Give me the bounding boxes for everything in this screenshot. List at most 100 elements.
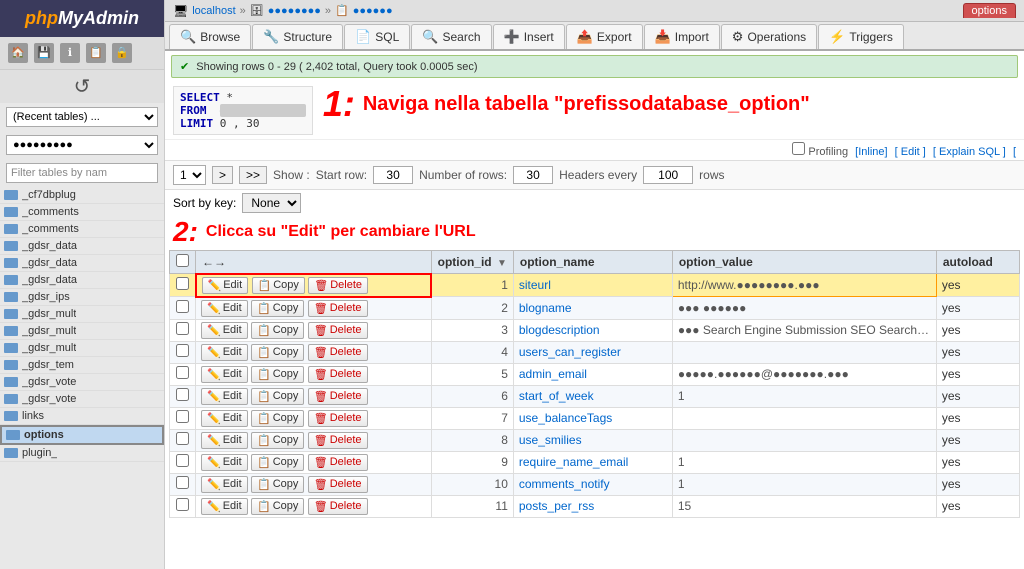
- table-item[interactable]: _gdsr_mult: [0, 340, 164, 357]
- breadcrumb-database[interactable]: ●●●●●●●●: [268, 5, 321, 17]
- table-item[interactable]: _gdsr_vote: [0, 391, 164, 408]
- start-row-input[interactable]: [373, 166, 413, 184]
- last-page-button[interactable]: >>: [239, 166, 267, 184]
- database-icon: 🗄: [250, 4, 264, 17]
- copy-button[interactable]: 📋 Copy: [251, 476, 304, 493]
- copy-button[interactable]: 📋 Copy: [251, 322, 304, 339]
- tab-export[interactable]: 📤Export: [566, 24, 643, 49]
- copy-button[interactable]: 📋 Copy: [251, 344, 304, 361]
- table-item[interactable]: _gdsr_data: [0, 238, 164, 255]
- row-checkbox[interactable]: [176, 476, 189, 489]
- row-checkbox[interactable]: [176, 498, 189, 511]
- edit-button[interactable]: ✏️ Edit: [201, 344, 248, 361]
- delete-button[interactable]: 🗑 Delete: [308, 454, 368, 471]
- table-item[interactable]: _gdsr_data: [0, 255, 164, 272]
- copy-button[interactable]: 📋 Copy: [252, 277, 305, 294]
- info-icon[interactable]: ℹ: [60, 43, 80, 63]
- next-page-button[interactable]: >: [212, 166, 233, 184]
- profiling-inline-link[interactable]: [Inline]: [855, 146, 887, 158]
- edit-button[interactable]: ✏️ Edit: [201, 300, 248, 317]
- edit-button[interactable]: ✏️ Edit: [201, 432, 248, 449]
- delete-button[interactable]: 🗑 Delete: [308, 410, 368, 427]
- delete-button[interactable]: 🗑 Delete: [308, 300, 368, 317]
- check-all-checkbox[interactable]: [176, 254, 189, 267]
- delete-button[interactable]: 🗑 Delete: [308, 388, 368, 405]
- row-checkbox[interactable]: [176, 388, 189, 401]
- delete-button[interactable]: 🗑 Delete: [308, 432, 368, 449]
- headers-label: Headers every: [559, 168, 637, 182]
- table-item[interactable]: _gdsr_tem: [0, 357, 164, 374]
- tab-insert[interactable]: ➕Insert: [493, 24, 565, 49]
- row-checkbox[interactable]: [176, 344, 189, 357]
- th-option-id[interactable]: option_id ▼: [431, 251, 513, 274]
- database-select[interactable]: ●●●●●●●●●: [6, 135, 158, 155]
- headers-input[interactable]: [643, 166, 693, 184]
- copy-button[interactable]: 📋 Copy: [251, 300, 304, 317]
- row-actions: ✏️ Edit 📋 Copy 🗑 Delete: [196, 429, 432, 451]
- breadcrumb-table[interactable]: ●●●●●●: [353, 5, 393, 17]
- tab-operations[interactable]: ⚙Operations: [721, 24, 817, 49]
- edit-button[interactable]: ✏️ Edit: [201, 366, 248, 383]
- profiling-edit-link[interactable]: [ Edit ]: [895, 146, 926, 158]
- table-item[interactable]: _gdsr_data: [0, 272, 164, 289]
- profiling-checkbox[interactable]: [792, 142, 805, 155]
- tab-import[interactable]: 📥Import: [644, 24, 720, 49]
- delete-button[interactable]: 🗑 Delete: [308, 322, 368, 339]
- row-checkbox[interactable]: [176, 322, 189, 335]
- recent-tables-select[interactable]: (Recent tables) ...: [6, 107, 158, 127]
- copy-button[interactable]: 📋 Copy: [251, 454, 304, 471]
- docs-icon[interactable]: 📋: [86, 43, 106, 63]
- breadcrumb-server[interactable]: localhost: [192, 5, 235, 17]
- table-item[interactable]: _comments: [0, 204, 164, 221]
- copy-button[interactable]: 📋 Copy: [251, 498, 304, 515]
- table-item[interactable]: plugin_: [0, 445, 164, 462]
- delete-button[interactable]: 🗑 Delete: [308, 344, 368, 361]
- profiling-more-link[interactable]: [: [1013, 146, 1016, 158]
- tab-triggers[interactable]: ⚡Triggers: [818, 24, 904, 49]
- copy-button[interactable]: 📋 Copy: [251, 410, 304, 427]
- tab-sql[interactable]: 📄SQL: [344, 24, 410, 49]
- row-checkbox[interactable]: [176, 432, 189, 445]
- tab-browse[interactable]: 🔍Browse: [169, 24, 251, 49]
- table-item[interactable]: _gdsr_vote: [0, 374, 164, 391]
- table-item-options[interactable]: options: [0, 425, 164, 445]
- row-checkbox[interactable]: [176, 454, 189, 467]
- tab-structure[interactable]: 🔧Structure: [252, 24, 343, 49]
- table-item[interactable]: _gdsr_mult: [0, 323, 164, 340]
- copy-button[interactable]: 📋 Copy: [251, 432, 304, 449]
- delete-button[interactable]: 🗑 Delete: [308, 277, 368, 294]
- lock-icon[interactable]: 🔒: [112, 43, 132, 63]
- delete-button[interactable]: 🗑 Delete: [308, 366, 368, 383]
- profiling-explain-link[interactable]: [ Explain SQL ]: [933, 146, 1006, 158]
- table-item[interactable]: _gdsr_ips: [0, 289, 164, 306]
- tab-search[interactable]: 🔍Search: [411, 24, 491, 49]
- edit-button[interactable]: ✏️ Edit: [201, 388, 248, 405]
- table-item[interactable]: _comments: [0, 221, 164, 238]
- edit-button[interactable]: ✏️ Edit: [202, 277, 249, 294]
- sort-select[interactable]: None: [242, 193, 301, 213]
- home-icon[interactable]: 🏠: [8, 43, 28, 63]
- delete-button[interactable]: 🗑 Delete: [308, 476, 368, 493]
- table-item[interactable]: _cf7dbplug: [0, 187, 164, 204]
- reload-icon[interactable]: ↺: [74, 74, 91, 99]
- copy-button[interactable]: 📋 Copy: [251, 388, 304, 405]
- row-checkbox[interactable]: [176, 300, 189, 313]
- edit-button[interactable]: ✏️ Edit: [201, 322, 248, 339]
- save-icon[interactable]: 💾: [34, 43, 54, 63]
- edit-button[interactable]: ✏️ Edit: [201, 476, 248, 493]
- th-option-name[interactable]: option_name: [513, 251, 672, 274]
- edit-button[interactable]: ✏️ Edit: [201, 454, 248, 471]
- num-rows-input[interactable]: [513, 166, 553, 184]
- row-checkbox[interactable]: [176, 410, 189, 423]
- edit-button[interactable]: ✏️ Edit: [201, 498, 248, 515]
- filter-tables-input[interactable]: Filter tables by nam: [6, 163, 158, 183]
- copy-button[interactable]: 📋 Copy: [251, 366, 304, 383]
- table-item[interactable]: _gdsr_mult: [0, 306, 164, 323]
- row-checkbox[interactable]: [176, 366, 189, 379]
- edit-button[interactable]: ✏️ Edit: [201, 410, 248, 427]
- row-checkbox[interactable]: [176, 277, 189, 290]
- page-select[interactable]: 1: [173, 165, 206, 185]
- table-item[interactable]: links: [0, 408, 164, 425]
- delete-button[interactable]: 🗑 Delete: [308, 498, 368, 515]
- breadcrumb-tab-options[interactable]: options: [963, 3, 1016, 18]
